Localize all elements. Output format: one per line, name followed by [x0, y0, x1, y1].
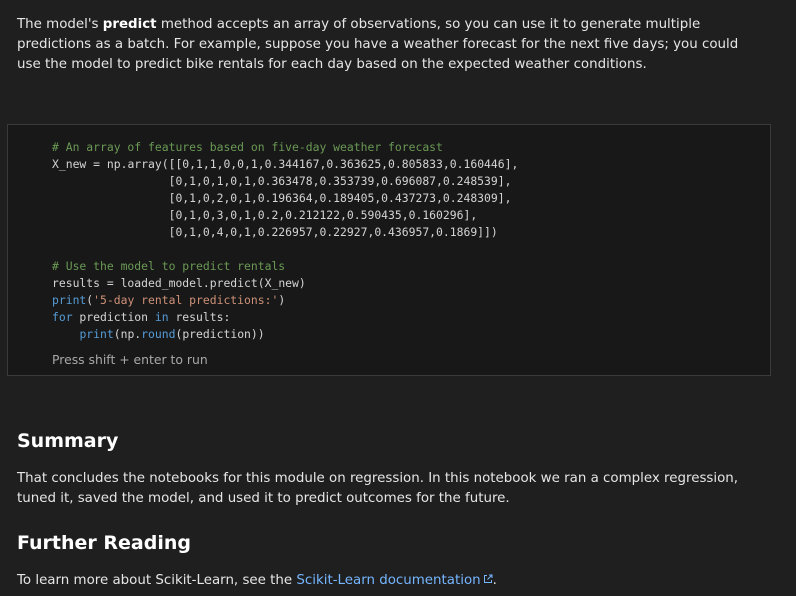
code-print2-mid: (np. — [113, 327, 142, 341]
code-print2-end: (prediction)) — [175, 327, 265, 341]
scikit-learn-docs-link-text[interactable]: Scikit-Learn documentation — [296, 573, 480, 588]
code-xnew-var: X_new = np. — [52, 157, 128, 171]
intro-prefix: The model's — [17, 17, 103, 32]
intro-paragraph: The model's predict method accepts an ar… — [17, 15, 756, 75]
intro-bold-predict: predict — [102, 17, 157, 32]
code-predict-fn: predict — [209, 276, 258, 290]
code-row-5: [0,1,0,4,0,1,0.226957,0.22927,0.436957,0… — [52, 225, 498, 239]
further-suffix: . — [492, 573, 497, 588]
summary-heading: Summary — [17, 430, 119, 452]
code-row-3: [0,1,0,2,0,1,0.196364,0.189405,0.437273,… — [52, 191, 512, 205]
summary-paragraph: That concludes the notebooks for this mo… — [17, 471, 739, 506]
code-print-fn: print — [52, 293, 87, 307]
code-results-assign: results = loaded_model. — [52, 276, 210, 290]
further-prefix: To learn more about Scikit-Learn, see th… — [17, 573, 297, 588]
code-cell[interactable]: # An array of features based on five-day… — [7, 124, 771, 376]
code-predict-args: (X_new) — [257, 276, 306, 290]
code-round-fn: round — [141, 327, 176, 341]
code-comment-forecast: # An array of features based on five-day… — [52, 140, 443, 154]
code-for-var: prediction — [72, 310, 155, 324]
code-in-keyword: in — [154, 310, 169, 324]
code-for-keyword: for — [52, 310, 73, 324]
code-row-1: ([[0,1,1,0,0,1,0.344167,0.363625,0.80583… — [161, 157, 519, 171]
code-print2-fn: print — [79, 327, 114, 341]
code-row-4: [0,1,0,3,0,1,0.2,0.212122,0.590435,0.160… — [52, 208, 478, 222]
external-link-icon[interactable] — [483, 574, 493, 584]
code-for-rest: results: — [168, 310, 231, 324]
code-print-string: '5-day rental predictions:' — [93, 293, 279, 307]
further-reading-paragraph: To learn more about Scikit-Learn, see th… — [17, 571, 756, 591]
code-array-fn: array — [127, 157, 162, 171]
scikit-learn-docs-link[interactable]: Scikit-Learn documentation — [296, 573, 493, 588]
code-comment-predict: # Use the model to predict rentals — [52, 259, 286, 273]
run-hint: Press shift + enter to run — [52, 352, 208, 367]
code-row-2: [0,1,0,1,0,1,0.363478,0.353739,0.696087,… — [52, 174, 512, 188]
further-reading-heading: Further Reading — [17, 532, 191, 554]
code-print-close: ) — [278, 293, 286, 307]
code-editor[interactable]: # An array of features based on five-day… — [52, 139, 518, 343]
